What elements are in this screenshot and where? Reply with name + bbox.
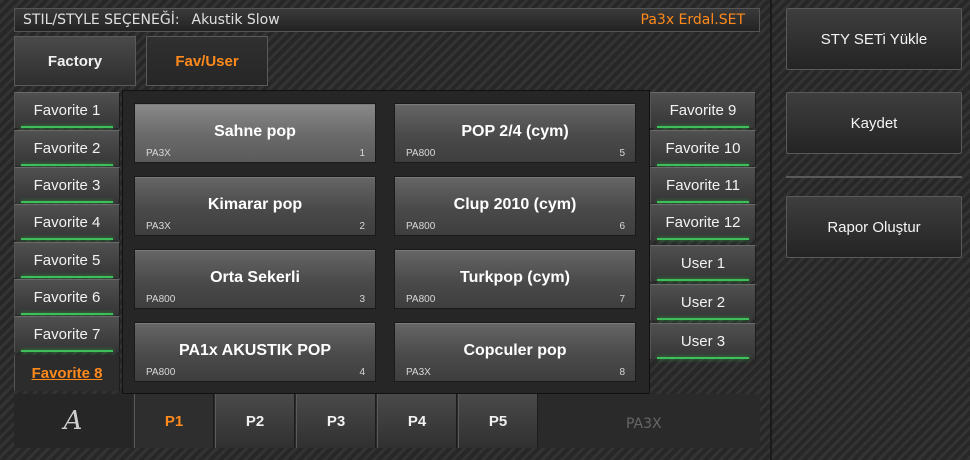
style-number: 4 xyxy=(359,367,365,378)
style-number: 7 xyxy=(619,294,625,305)
page-button-p5[interactable]: P5 xyxy=(458,394,538,448)
bank-indicator xyxy=(21,350,113,352)
style-name: Clup 2010 (cym) xyxy=(453,196,577,213)
style-bank: PA800 xyxy=(406,148,436,159)
bank-indicator xyxy=(657,126,749,128)
model-label: PA3X xyxy=(626,416,662,432)
style-number: 8 xyxy=(619,367,625,378)
bank-indicator xyxy=(657,318,749,320)
style-name: POP 2/4 (cym) xyxy=(461,123,569,140)
bank-label: Favorite 2 xyxy=(33,140,101,157)
style-bank: PA3X xyxy=(146,148,171,159)
save-button[interactable]: Kaydet xyxy=(786,92,962,154)
tab-fav-user[interactable]: Fav/User xyxy=(146,36,268,86)
page-button-p2[interactable]: P2 xyxy=(215,394,295,448)
bank-favorite-2[interactable]: Favorite 2 xyxy=(14,130,120,166)
bank-indicator xyxy=(657,279,749,281)
bank-favorite-5[interactable]: Favorite 5 xyxy=(14,242,120,278)
style-number: 5 xyxy=(619,148,625,159)
style-slot-7[interactable]: Turkpop (cym) PA800 7 xyxy=(394,249,636,309)
bank-indicator xyxy=(21,313,113,315)
bank-label: Favorite 5 xyxy=(33,252,101,269)
style-slot-3[interactable]: Orta Sekerli PA800 3 xyxy=(134,249,376,309)
style-name: Orta Sekerli xyxy=(210,269,300,286)
bank-label: Favorite 11 xyxy=(666,177,740,194)
divider xyxy=(786,176,962,178)
style-slot-5[interactable]: POP 2/4 (cym) PA800 5 xyxy=(394,103,636,163)
page-button-p4[interactable]: P4 xyxy=(377,394,457,448)
style-name: Kimarar pop xyxy=(207,196,303,213)
style-number: 2 xyxy=(359,221,365,232)
style-bank: PA800 xyxy=(406,221,436,232)
bank-user-1[interactable]: User 1 xyxy=(650,245,756,281)
bank-indicator xyxy=(21,201,113,203)
bank-favorite-9[interactable]: Favorite 9 xyxy=(650,92,756,128)
bank-label: Favorite 7 xyxy=(33,326,101,343)
logo: A xyxy=(14,394,132,448)
bank-favorite-4[interactable]: Favorite 4 xyxy=(14,204,120,240)
style-slot-1[interactable]: Sahne pop PA3X 1 xyxy=(134,103,376,163)
style-name: PA1x AKUSTIK POP xyxy=(178,342,332,359)
bank-label: Favorite 8 xyxy=(31,365,103,382)
bank-indicator xyxy=(657,201,749,203)
bank-label: Favorite 4 xyxy=(33,214,101,231)
create-report-button[interactable]: Rapor Oluştur xyxy=(786,196,962,258)
style-slot-6[interactable]: Clup 2010 (cym) PA800 6 xyxy=(394,176,636,236)
bank-favorite-8[interactable]: Favorite 8 xyxy=(14,355,120,391)
style-bank: PA3X xyxy=(406,367,431,378)
bank-favorite-7[interactable]: Favorite 7 xyxy=(14,316,120,352)
style-bank: PA800 xyxy=(146,367,176,378)
bank-user-3[interactable]: User 3 xyxy=(650,323,756,359)
style-slot-8[interactable]: Copculer pop PA3X 8 xyxy=(394,322,636,382)
style-bank: PA800 xyxy=(406,294,436,305)
style-slot-2[interactable]: Kimarar pop PA3X 2 xyxy=(134,176,376,236)
page-button-p1[interactable]: P1 xyxy=(134,394,214,448)
bank-label: Favorite 9 xyxy=(669,102,737,119)
bank-favorite-1[interactable]: Favorite 1 xyxy=(14,92,120,128)
bank-label: User 2 xyxy=(680,294,726,311)
style-bank: PA800 xyxy=(146,294,176,305)
set-name: Pa3x Erdal.SET xyxy=(640,12,745,28)
style-selection-panel: STIL/STYLE SEÇENEĞİ: Akustik Slow Pa3x E… xyxy=(0,0,770,460)
current-style-name: Akustik Slow xyxy=(191,12,280,28)
page-button-p3[interactable]: P3 xyxy=(296,394,376,448)
bank-user-2[interactable]: User 2 xyxy=(650,284,756,320)
page-bar: A P1 P2 P3 P4 P5 PA3X xyxy=(14,394,760,448)
bank-indicator xyxy=(21,126,113,128)
bank-favorite-10[interactable]: Favorite 10 xyxy=(650,130,756,166)
title-label: STIL/STYLE SEÇENEĞİ: xyxy=(23,12,180,28)
style-bank: PA3X xyxy=(146,221,171,232)
bank-indicator xyxy=(657,164,749,166)
bank-label: User 3 xyxy=(680,333,726,350)
bank-favorite-6[interactable]: Favorite 6 xyxy=(14,279,120,315)
style-name: Turkpop (cym) xyxy=(460,269,570,286)
bank-label: Favorite 6 xyxy=(33,289,101,306)
style-number: 6 xyxy=(619,221,625,232)
bank-indicator xyxy=(21,164,113,166)
bank-indicator xyxy=(21,238,113,240)
style-number: 3 xyxy=(359,294,365,305)
actions-panel: STY SETi Yükle Kaydet Rapor Oluştur xyxy=(770,0,970,460)
tab-factory[interactable]: Factory xyxy=(14,36,136,86)
style-name: Copculer pop xyxy=(463,342,567,359)
style-slot-4[interactable]: PA1x AKUSTIK POP PA800 4 xyxy=(134,322,376,382)
bank-label: User 1 xyxy=(680,255,726,272)
bank-indicator xyxy=(657,238,749,240)
bank-label: Favorite 12 xyxy=(665,214,741,231)
bank-label: Favorite 10 xyxy=(665,140,741,157)
bank-favorite-11[interactable]: Favorite 11 xyxy=(650,167,756,203)
bank-label: Favorite 1 xyxy=(33,102,101,119)
bank-indicator xyxy=(657,357,749,359)
bank-label: Favorite 3 xyxy=(33,177,101,194)
title-bar: STIL/STYLE SEÇENEĞİ: Akustik Slow Pa3x E… xyxy=(14,8,760,32)
bank-indicator xyxy=(21,276,113,278)
style-name: Sahne pop xyxy=(214,123,296,140)
load-style-set-button[interactable]: STY SETi Yükle xyxy=(786,8,962,70)
bank-favorite-3[interactable]: Favorite 3 xyxy=(14,167,120,203)
logo-glyph: A xyxy=(63,406,83,436)
bank-favorite-12[interactable]: Favorite 12 xyxy=(650,204,756,240)
style-number: 1 xyxy=(359,148,365,159)
